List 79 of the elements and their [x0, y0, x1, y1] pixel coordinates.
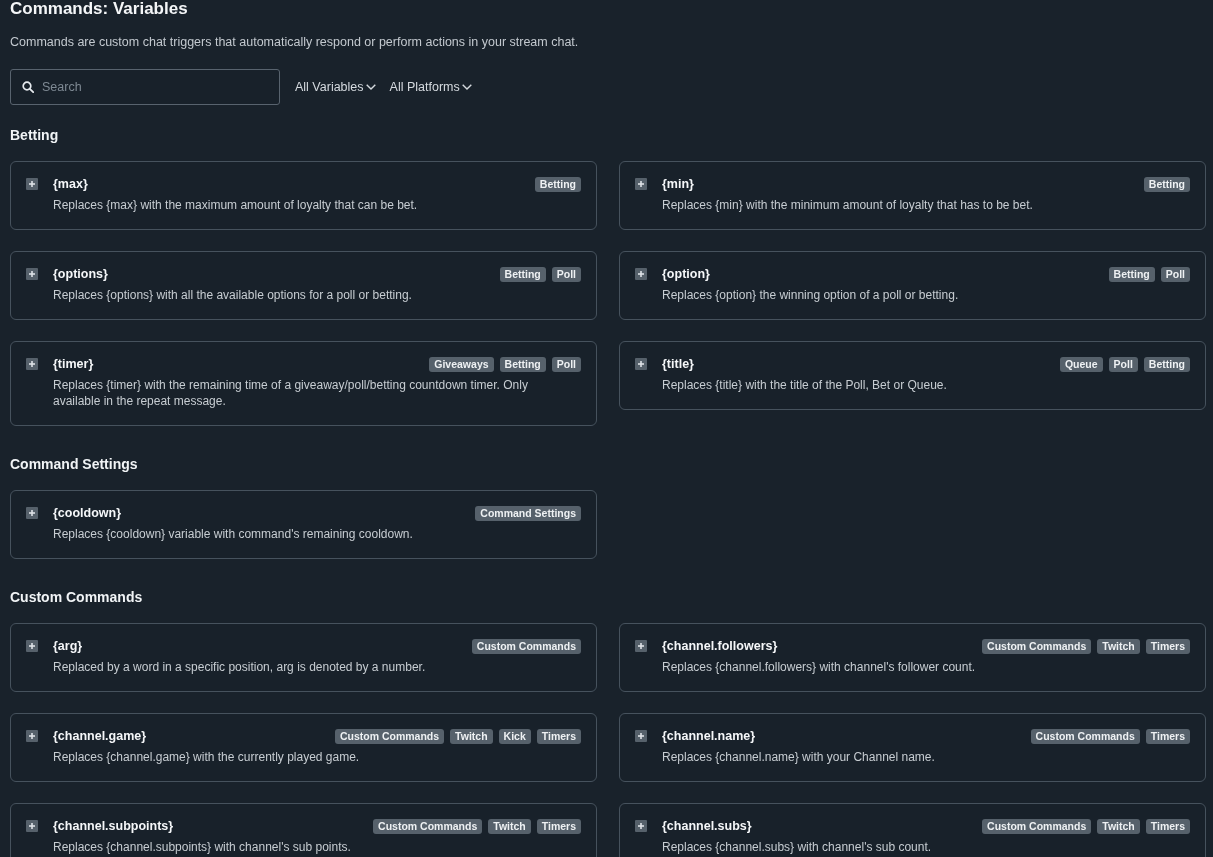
- category-tag: Timers: [536, 728, 581, 744]
- variable-name: {channel.followers}: [662, 639, 778, 653]
- expand-icon[interactable]: [635, 730, 647, 742]
- variable-name: {timer}: [53, 357, 94, 371]
- page-description: Commands are custom chat triggers that automatically respond or perform actions in your stream chat.: [10, 34, 579, 50]
- expand-icon[interactable]: [635, 640, 647, 652]
- category-tag: Custom Commands: [982, 818, 1092, 834]
- expand-icon[interactable]: [635, 820, 647, 832]
- chevron-down-icon: [461, 84, 472, 90]
- category-tag: Betting: [1108, 266, 1155, 282]
- category-tag: Twitch: [1097, 638, 1140, 654]
- category-tag: Timers: [1145, 638, 1190, 654]
- expand-icon[interactable]: [26, 730, 38, 742]
- category-tag: Custom Commands: [334, 728, 445, 744]
- variable-description: Replaces {channel.game} with the currently played game.: [53, 749, 360, 765]
- expand-icon[interactable]: [635, 358, 647, 370]
- variable-name: {options}: [53, 267, 108, 281]
- category-tag: Timers: [1145, 728, 1190, 744]
- variable-name: {option}: [662, 267, 710, 281]
- category-tag: Custom Commands: [373, 818, 483, 834]
- filter-dropdown[interactable]: All Platforms: [389, 80, 472, 94]
- variable-name: {arg}: [53, 639, 83, 653]
- variable-name: {title}: [662, 357, 694, 371]
- category-tag: Poll: [1108, 356, 1138, 372]
- category-tag: Giveaways: [429, 356, 494, 372]
- variable-description: Replaced by a word in a specific position, arg is denoted by a number.: [53, 659, 426, 675]
- category-tag: Poll: [551, 356, 581, 372]
- variable-name: {channel.subs}: [662, 819, 752, 833]
- page-title: Commands: Variables: [10, 0, 188, 18]
- category-tag: Kick: [498, 728, 531, 744]
- section-heading: Command Settings: [10, 455, 138, 473]
- category-tag: Custom Commands: [1030, 728, 1140, 744]
- section-heading: Betting: [10, 126, 59, 144]
- variable-name: {channel.name}: [662, 729, 756, 743]
- expand-icon[interactable]: [26, 640, 38, 652]
- search-field[interactable]: Search: [10, 69, 280, 105]
- category-tag: Betting: [499, 266, 546, 282]
- expand-icon[interactable]: [26, 268, 38, 280]
- category-tag: Betting: [1143, 356, 1190, 372]
- category-tag: Betting: [499, 356, 546, 372]
- variable-name: {max}: [53, 177, 88, 191]
- chevron-down-icon: [365, 84, 376, 90]
- category-tag: Poll: [551, 266, 581, 282]
- category-tag: Betting: [1143, 176, 1190, 192]
- search-icon: [22, 81, 34, 93]
- category-tag: Twitch: [488, 818, 531, 834]
- variable-description: Replaces {title} with the title of the Poll, Bet or Queue.: [662, 377, 947, 393]
- category-tag: Queue: [1059, 356, 1103, 372]
- expand-icon[interactable]: [26, 358, 38, 370]
- expand-icon[interactable]: [26, 178, 38, 190]
- category-tag: Command Settings: [475, 505, 581, 521]
- variable-name: {channel.game}: [53, 729, 147, 743]
- expand-icon[interactable]: [635, 178, 647, 190]
- variable-name: {cooldown}: [53, 506, 122, 520]
- category-tag: Timers: [1145, 818, 1190, 834]
- section-heading: Custom Commands: [10, 588, 143, 606]
- variable-name: {channel.subpoints}: [53, 819, 174, 833]
- category-tag: Twitch: [450, 728, 493, 744]
- variable-description: Replaces {option} the winning option of a poll or betting.: [662, 287, 959, 303]
- expand-icon[interactable]: [26, 820, 38, 832]
- expand-icon[interactable]: [635, 268, 647, 280]
- variable-description: Replaces {cooldown} variable with command's remaining cooldown.: [53, 526, 413, 542]
- category-tag: Betting: [534, 176, 581, 192]
- category-tag: Custom Commands: [471, 638, 581, 654]
- expand-icon[interactable]: [26, 507, 38, 519]
- variable-description: Replaces {channel.followers} with channel's follower count.: [662, 659, 976, 675]
- variable-description: Replaces {channel.subpoints} with channel's sub points.: [53, 839, 351, 855]
- category-tag: Poll: [1160, 266, 1190, 282]
- variable-description: Replaces {timer} with the remaining time of a giveaway/poll/betting countdown timer. Only available in the repeat message.: [53, 377, 529, 409]
- variable-description: Replaces {channel.name} with your Channel name.: [662, 749, 935, 765]
- variable-description: Replaces {min} with the minimum amount of loyalty that has to be bet.: [662, 197, 1033, 213]
- variable-description: Replaces {channel.subs} with channel's sub count.: [662, 839, 932, 855]
- filter-dropdown[interactable]: All Variables: [295, 80, 376, 94]
- variable-description: Replaces {max} with the maximum amount of loyalty that can be bet.: [53, 197, 418, 213]
- variable-name: {min}: [662, 177, 694, 191]
- category-tag: Custom Commands: [982, 638, 1092, 654]
- category-tag: Timers: [536, 818, 581, 834]
- variable-description: Replaces {options} with all the available options for a poll or betting.: [53, 287, 412, 303]
- category-tag: Twitch: [1097, 818, 1140, 834]
